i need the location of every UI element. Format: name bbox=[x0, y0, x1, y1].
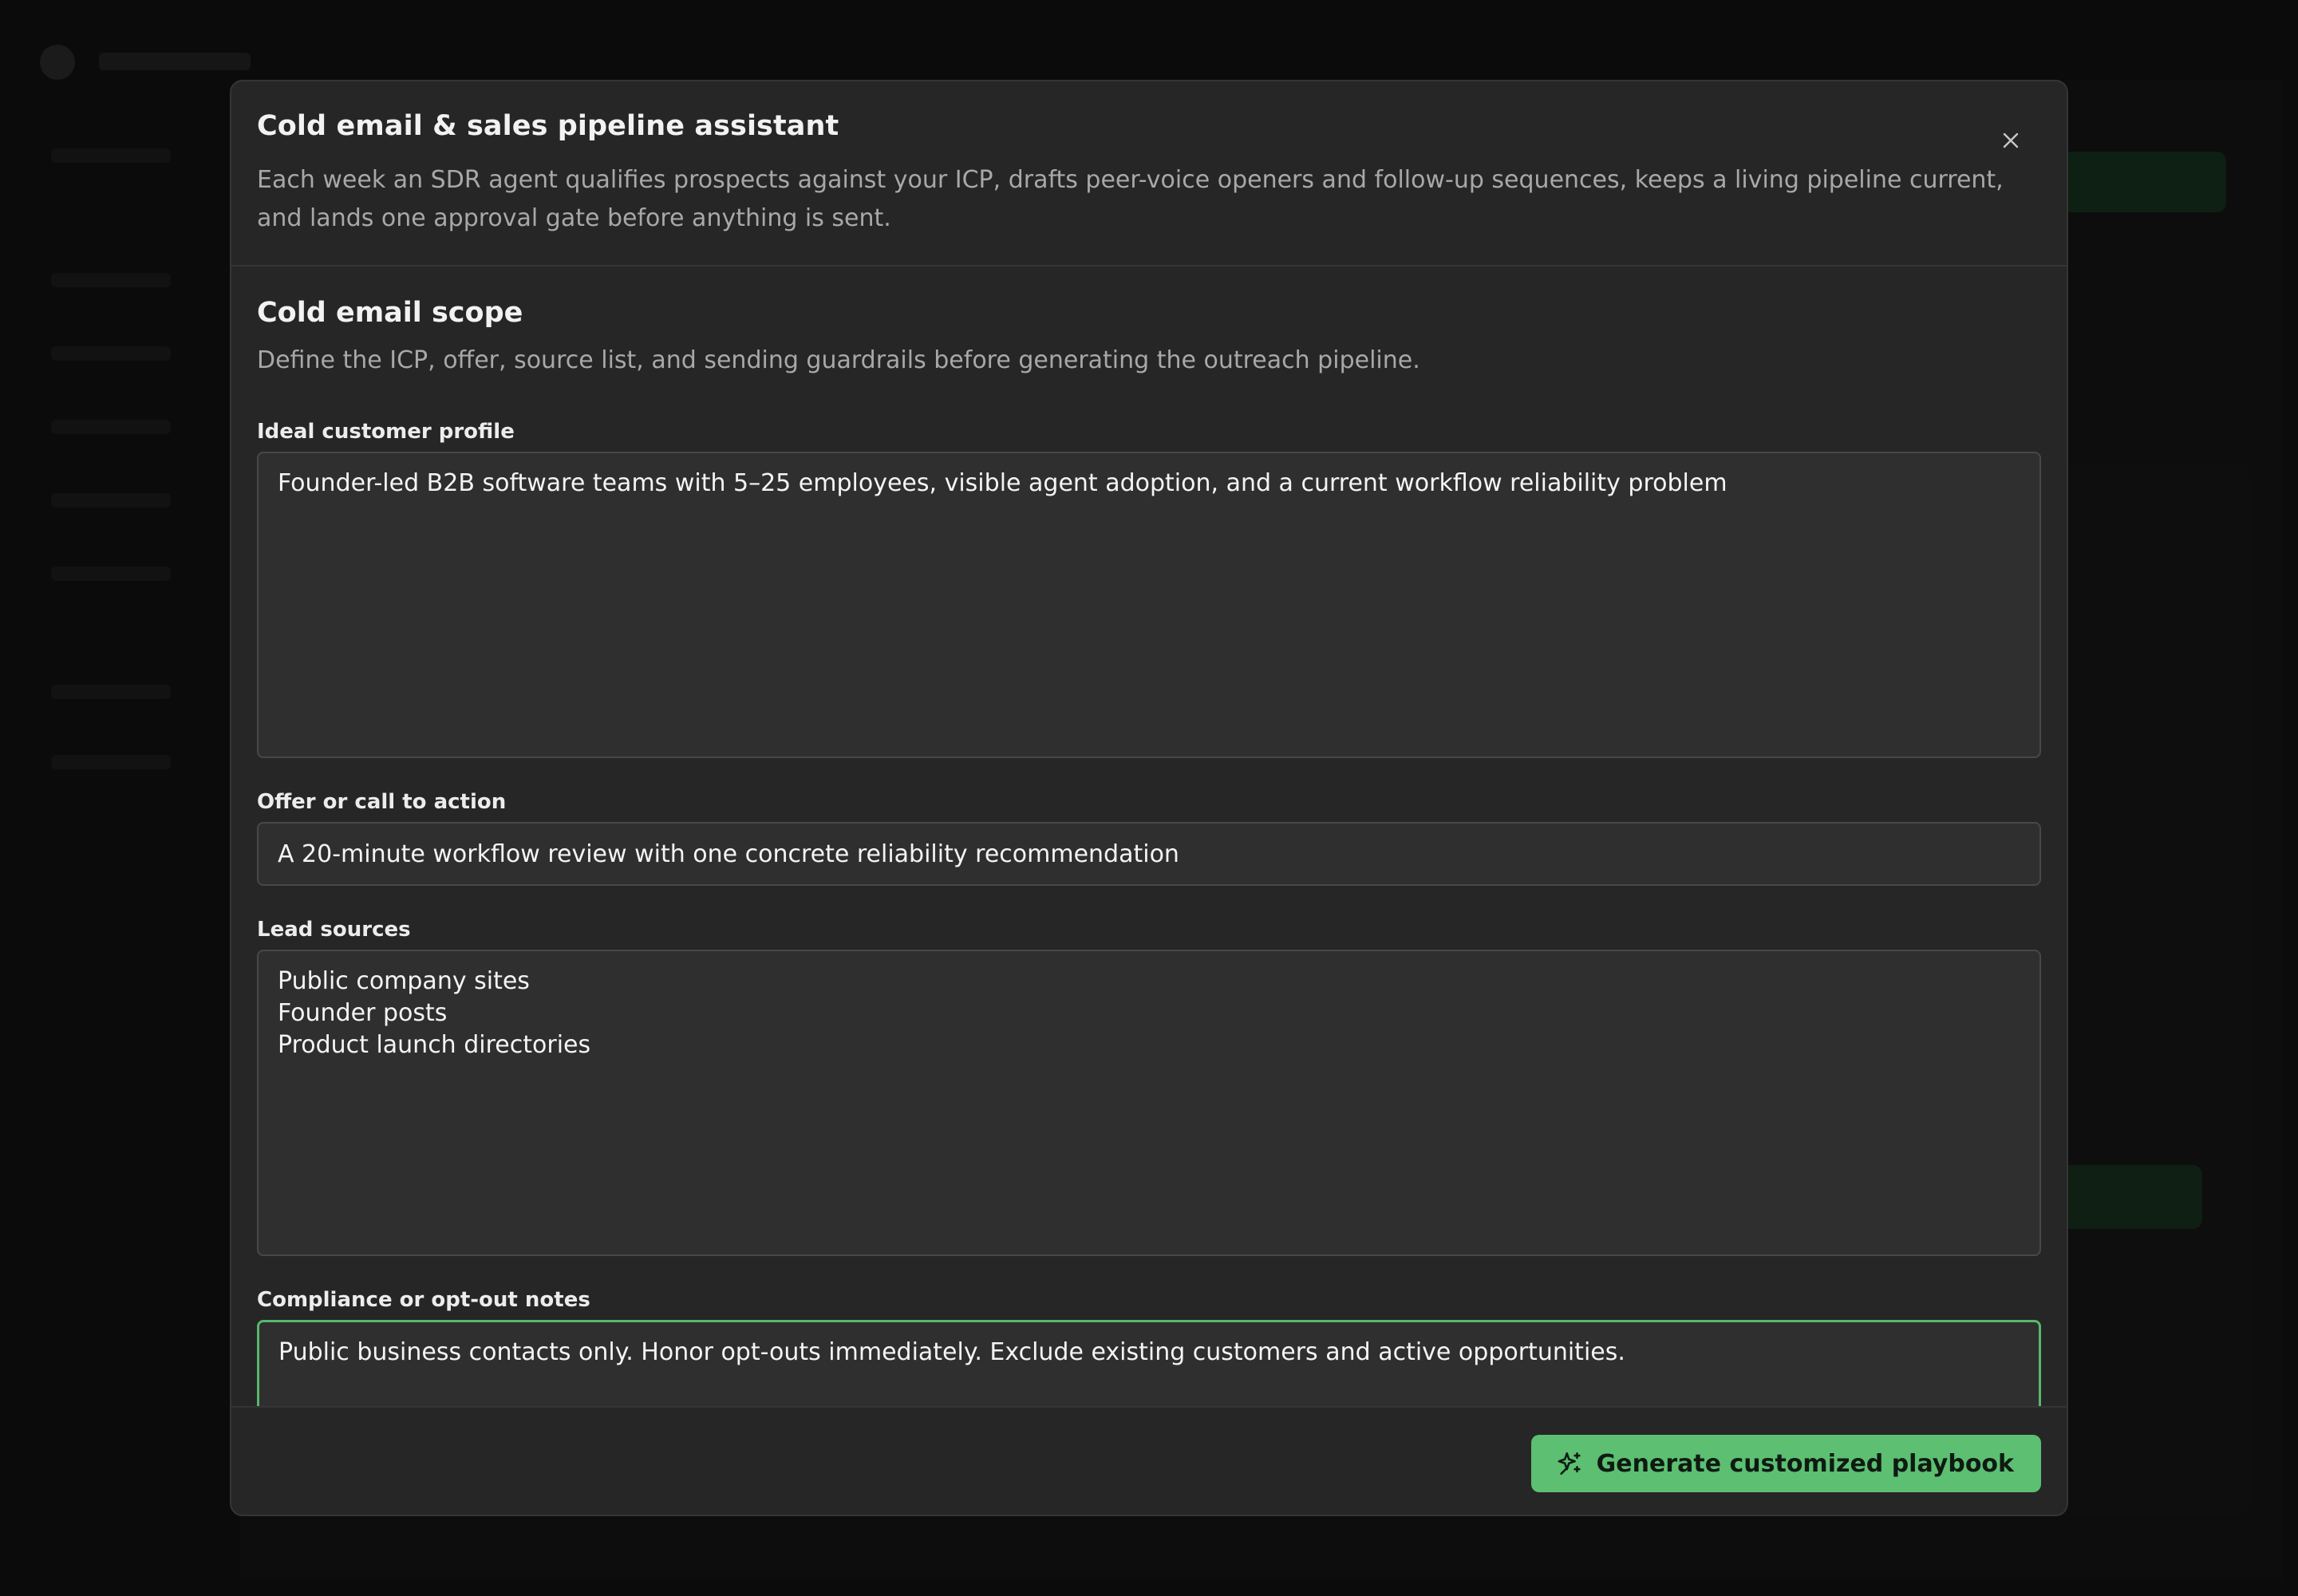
modal-title: Cold email & sales pipeline assistant bbox=[257, 110, 839, 142]
close-button[interactable] bbox=[1992, 121, 2030, 160]
scope-title: Cold email scope bbox=[257, 297, 523, 329]
modal-subtitle: Each week an SDR agent qualifies prospec… bbox=[257, 166, 2004, 232]
compliance-label: Compliance or opt-out notes bbox=[257, 1288, 590, 1312]
icp-label: Ideal customer profile bbox=[257, 420, 515, 444]
playbook-modal: Cold email & sales pipeline assistant Ea… bbox=[230, 80, 2068, 1516]
modal-body[interactable]: Cold email scope Define the ICP, offer, … bbox=[231, 267, 2067, 1486]
sparkles-icon bbox=[1558, 1452, 1581, 1476]
offer-input[interactable] bbox=[257, 822, 2041, 886]
scope-description: Define the ICP, offer, source list, and … bbox=[257, 346, 1420, 374]
modal-footer: Generate customized playbook bbox=[231, 1406, 2067, 1515]
offer-label: Offer or call to action bbox=[257, 790, 507, 814]
modal-header: Cold email & sales pipeline assistant Ea… bbox=[231, 81, 2067, 267]
generate-playbook-button[interactable]: Generate customized playbook bbox=[1530, 1435, 2041, 1492]
icp-textarea[interactable]: Founder-led B2B software teams with 5–25… bbox=[257, 452, 2041, 758]
close-icon bbox=[2003, 132, 2019, 148]
lead-sources-textarea[interactable]: Public company sites Founder posts Produ… bbox=[257, 950, 2041, 1256]
lead-sources-label: Lead sources bbox=[257, 918, 411, 942]
generate-playbook-label: Generate customized playbook bbox=[1596, 1449, 2014, 1478]
